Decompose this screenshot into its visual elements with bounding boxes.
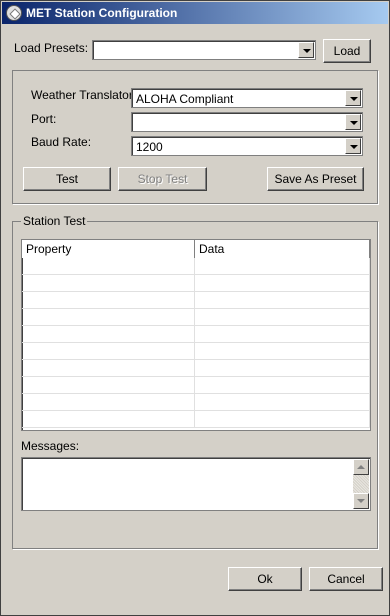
column-header-property[interactable]: Property — [22, 240, 195, 258]
data-cell[interactable] — [195, 275, 370, 292]
baud-rate-combo[interactable]: 1200 — [131, 136, 363, 156]
data-cell[interactable] — [195, 258, 370, 275]
table-row[interactable] — [22, 394, 370, 411]
stop-test-button[interactable]: Stop Test — [118, 167, 207, 191]
messages-textbox[interactable] — [21, 457, 371, 511]
chevron-down-icon[interactable] — [345, 114, 361, 130]
data-cell[interactable] — [195, 377, 370, 394]
data-cell[interactable] — [195, 394, 370, 411]
data-cell[interactable] — [195, 411, 370, 428]
data-cell[interactable] — [195, 343, 370, 360]
table-row[interactable] — [22, 275, 370, 292]
scroll-down-icon[interactable] — [353, 493, 369, 509]
baud-rate-label: Baud Rate: — [31, 135, 92, 149]
property-cell[interactable] — [22, 343, 195, 360]
grid-header: Property Data — [22, 240, 370, 258]
property-cell[interactable] — [22, 275, 195, 292]
app-icon — [6, 5, 22, 21]
baud-rate-value: 1200 — [136, 140, 163, 154]
cancel-button[interactable]: Cancel — [309, 567, 383, 591]
window-title: MET Station Configuration — [26, 6, 178, 20]
grid-body — [22, 258, 370, 428]
save-as-preset-button[interactable]: Save As Preset — [267, 167, 364, 191]
weather-translator-value: ALOHA Compliant — [136, 92, 234, 106]
table-row[interactable] — [22, 326, 370, 343]
port-combo[interactable] — [131, 112, 363, 132]
property-cell[interactable] — [22, 309, 195, 326]
column-header-data[interactable]: Data — [195, 240, 370, 258]
data-cell[interactable] — [195, 292, 370, 309]
port-label: Port: — [31, 112, 57, 126]
title-bar[interactable]: MET Station Configuration — [2, 2, 388, 24]
data-cell[interactable] — [195, 309, 370, 326]
load-presets-combo[interactable] — [92, 40, 316, 60]
messages-label: Messages: — [21, 439, 80, 453]
property-cell[interactable] — [22, 394, 195, 411]
table-row[interactable] — [22, 292, 370, 309]
weather-translator-label: Weather Translator: — [31, 88, 137, 102]
property-cell[interactable] — [22, 377, 195, 394]
table-row[interactable] — [22, 411, 370, 428]
table-row[interactable] — [22, 377, 370, 394]
test-button[interactable]: Test — [23, 167, 111, 191]
property-cell[interactable] — [22, 292, 195, 309]
station-test-grid[interactable]: Property Data — [21, 239, 371, 431]
met-station-window: MET Station Configuration Load Presets: … — [0, 0, 390, 616]
table-row[interactable] — [22, 343, 370, 360]
data-cell[interactable] — [195, 360, 370, 377]
data-cell[interactable] — [195, 326, 370, 343]
load-button[interactable]: Load — [323, 39, 371, 63]
messages-scrollbar[interactable] — [353, 459, 369, 509]
table-row[interactable] — [22, 309, 370, 326]
station-test-legend: Station Test — [21, 214, 88, 228]
property-cell[interactable] — [22, 326, 195, 343]
property-cell[interactable] — [22, 360, 195, 377]
property-cell[interactable] — [22, 258, 195, 275]
weather-translator-combo[interactable]: ALOHA Compliant — [131, 88, 363, 108]
table-row[interactable] — [22, 258, 370, 275]
chevron-down-icon[interactable] — [298, 42, 314, 58]
table-row[interactable] — [22, 360, 370, 377]
scroll-up-icon[interactable] — [353, 459, 369, 475]
property-cell[interactable] — [22, 411, 195, 428]
chevron-down-icon[interactable] — [345, 138, 361, 154]
chevron-down-icon[interactable] — [345, 90, 361, 106]
ok-button[interactable]: Ok — [228, 567, 302, 591]
load-presets-label: Load Presets: — [14, 41, 89, 55]
